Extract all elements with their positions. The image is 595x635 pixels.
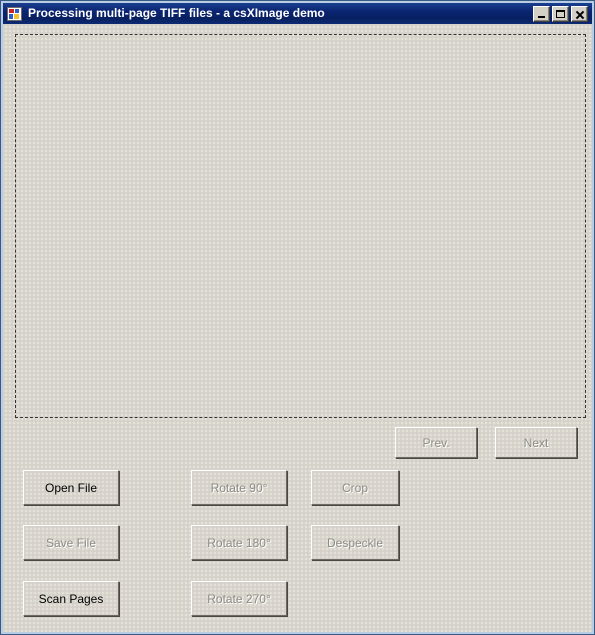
client-area: Prev. Next Open File Save File Scan Page… <box>3 24 592 632</box>
scan-pages-button[interactable]: Scan Pages <box>23 581 119 616</box>
application-window: Processing multi-page TIFF files - a csX… <box>0 0 595 635</box>
minimize-icon <box>538 15 545 18</box>
app-tiles-icon <box>7 6 22 21</box>
prev-page-button[interactable]: Prev. <box>395 427 477 458</box>
despeckle-button[interactable]: Despeckle <box>311 525 399 560</box>
crop-button[interactable]: Crop <box>311 470 399 505</box>
window-title: Processing multi-page TIFF files - a csX… <box>28 6 325 20</box>
image-preview-area[interactable] <box>15 34 586 418</box>
next-page-button[interactable]: Next <box>495 427 577 458</box>
open-file-button[interactable]: Open File <box>23 470 119 505</box>
rotate-270-button[interactable]: Rotate 270° <box>191 581 287 616</box>
maximize-button[interactable] <box>552 5 569 22</box>
save-file-button[interactable]: Save File <box>23 525 119 560</box>
title-bar: Processing multi-page TIFF files - a csX… <box>3 3 592 24</box>
minimize-button[interactable] <box>533 5 550 22</box>
window-controls <box>533 5 590 22</box>
close-button[interactable] <box>571 5 588 22</box>
rotate-90-button[interactable]: Rotate 90° <box>191 470 287 505</box>
rotate-180-button[interactable]: Rotate 180° <box>191 525 287 560</box>
